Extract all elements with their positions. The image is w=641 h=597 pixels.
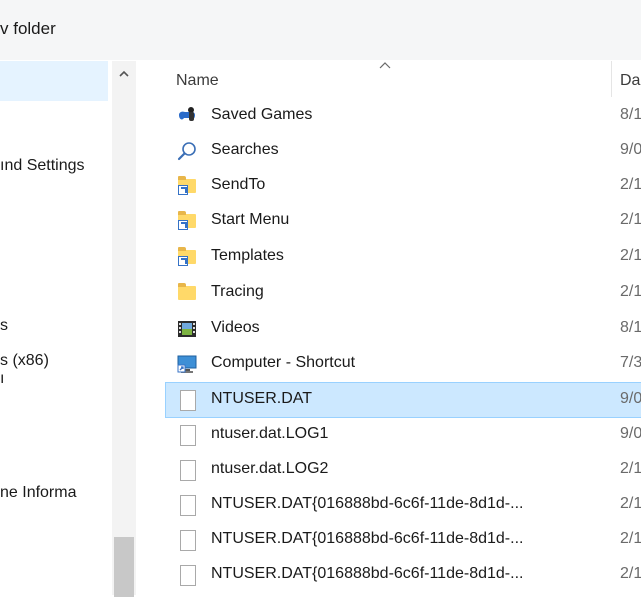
file-date: 2/1	[620, 211, 641, 228]
file-row-saved-games[interactable]: Saved Games 8/1	[166, 99, 641, 133]
file-icon	[177, 390, 197, 411]
file-name: Videos	[211, 319, 260, 336]
sort-ascending-icon	[379, 62, 391, 69]
file-name: ntuser.dat.LOG2	[211, 460, 329, 477]
file-row-start-menu[interactable]: Start Menu 2/1	[166, 204, 641, 238]
file-row-ntuser-log2[interactable]: ntuser.dat.LOG2 2/1	[166, 453, 641, 487]
file-list: Name Da Saved Games 8/1 Searches 9/0 Sen…	[136, 61, 641, 595]
nav-item-documents-and-settings[interactable]: ınd Settings	[0, 157, 85, 175]
file-icon	[177, 425, 197, 446]
file-name: NTUSER.DAT{016888bd-6c6f-11de-8d1d-...	[211, 530, 524, 547]
file-row-computer-shortcut[interactable]: Computer - Shortcut 7/3	[166, 347, 641, 381]
file-name: Saved Games	[211, 106, 313, 123]
file-date: 9/0	[620, 141, 641, 158]
file-date: 8/1	[620, 319, 641, 336]
column-header-name[interactable]: Name	[176, 72, 219, 90]
folder-shortcut-icon	[177, 247, 197, 267]
file-row-videos[interactable]: Videos 8/1	[166, 312, 641, 346]
file-name: Templates	[211, 247, 284, 264]
file-date: 2/1	[620, 530, 641, 547]
saved-games-icon	[179, 107, 195, 121]
file-row-tracing[interactable]: Tracing 2/1	[166, 276, 641, 310]
file-name: Start Menu	[211, 211, 290, 228]
file-row-ntuser-log1[interactable]: ntuser.dat.LOG1 9/0	[166, 418, 641, 452]
navigation-pane: ınd Settings s s (x86) ı ne Informa	[0, 61, 112, 595]
search-icon	[177, 142, 196, 161]
file-row-ntuser-guid-1[interactable]: NTUSER.DAT{016888bd-6c6f-11de-8d1d-... 2…	[166, 488, 641, 522]
file-name: Computer - Shortcut	[211, 354, 356, 371]
file-icon	[177, 460, 197, 481]
file-name: NTUSER.DAT{016888bd-6c6f-11de-8d1d-...	[211, 565, 524, 582]
file-date: 2/1	[620, 495, 641, 512]
file-row-ntuser-guid-3[interactable]: NTUSER.DAT{016888bd-6c6f-11de-8d1d-... 2…	[166, 558, 641, 592]
file-name: NTUSER.DAT{016888bd-6c6f-11de-8d1d-...	[211, 495, 524, 512]
column-separator[interactable]	[611, 61, 612, 97]
nav-item-programdata[interactable]: ı	[0, 370, 4, 388]
computer-shortcut-icon	[177, 355, 197, 373]
file-date: 8/1	[620, 106, 641, 123]
file-date: 9/0	[620, 425, 641, 442]
scroll-up-arrow-icon[interactable]	[119, 69, 129, 79]
folder-shortcut-icon	[177, 211, 197, 231]
file-date: 2/1	[620, 283, 641, 300]
nav-scroll-thumb[interactable]	[114, 537, 134, 597]
file-icon	[177, 565, 197, 586]
file-name: Tracing	[211, 283, 264, 300]
folder-icon	[177, 283, 197, 303]
file-date: 2/1	[620, 460, 641, 477]
file-name: SendTo	[211, 176, 266, 193]
folder-shortcut-icon	[177, 176, 197, 196]
file-date: 9/0	[620, 390, 641, 407]
file-name: ntuser.dat.LOG1	[211, 425, 329, 442]
ribbon-toolbar: v folder	[0, 0, 641, 60]
nav-selected-item[interactable]	[0, 61, 108, 101]
nav-item-program-files[interactable]: s	[0, 317, 8, 335]
new-folder-button[interactable]: v folder	[0, 19, 56, 39]
videos-icon	[178, 321, 196, 337]
nav-item-program-files-x86[interactable]: s (x86)	[0, 352, 49, 370]
column-header-date[interactable]: Da	[620, 72, 640, 90]
nav-item-system-volume-information[interactable]: ne Informa	[0, 484, 76, 502]
file-date: 2/1	[620, 565, 641, 582]
file-name: Searches	[211, 141, 279, 158]
file-icon	[177, 530, 197, 551]
file-row-templates[interactable]: Templates 2/1	[166, 240, 641, 274]
file-row-searches[interactable]: Searches 9/0	[166, 134, 641, 168]
file-date: 7/3	[620, 354, 641, 371]
file-icon	[177, 495, 197, 516]
file-row-sendto[interactable]: SendTo 2/1	[166, 169, 641, 203]
file-date: 2/1	[620, 247, 641, 264]
file-name: NTUSER.DAT	[211, 390, 313, 407]
file-row-ntuser-dat[interactable]: NTUSER.DAT 9/0	[165, 382, 641, 418]
file-row-ntuser-guid-2[interactable]: NTUSER.DAT{016888bd-6c6f-11de-8d1d-... 2…	[166, 523, 641, 557]
nav-scrollbar[interactable]	[112, 61, 136, 597]
file-date: 2/1	[620, 176, 641, 193]
